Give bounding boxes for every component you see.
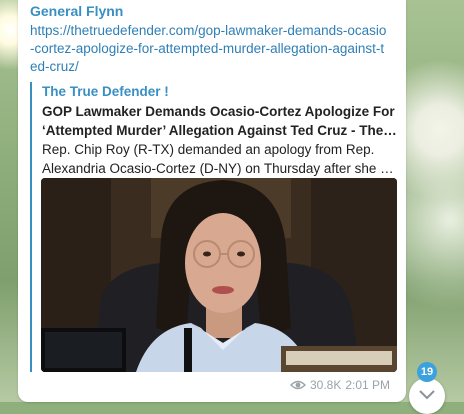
preview-description-line: Alexandria Ocasio-Cortez (D-NY) on Thurs…	[42, 161, 397, 176]
sender-name[interactable]: General Flynn	[30, 3, 123, 19]
preview-title-line: GOP Lawmaker Demands Ocasio-Cortez Apolo…	[42, 104, 395, 119]
message-time: 2:01 PM	[345, 378, 391, 392]
preview-description: Rep. Chip Roy (R-TX) demanded an apology…	[42, 140, 397, 178]
preview-description-line: Rep. Chip Roy (R-TX) demanded an apology…	[42, 142, 375, 157]
preview-photo[interactable]	[41, 178, 397, 372]
message-meta: 30.8K 2:01 PM	[290, 378, 390, 392]
unread-count-badge[interactable]: 19	[417, 362, 437, 382]
message-link[interactable]: https://thetruedefender.com/gop-lawmaker…	[30, 22, 390, 76]
chevron-down-icon	[419, 390, 435, 400]
eye-icon	[290, 380, 306, 390]
view-count: 30.8K	[310, 378, 342, 392]
link-preview[interactable]: The True Defender ! GOP Lawmaker Demands…	[30, 82, 398, 372]
preview-photo-illustration	[41, 178, 397, 372]
preview-title-line: ‘Attempted Murder’ Allegation Against Te…	[42, 123, 397, 138]
preview-site-name: The True Defender !	[42, 84, 169, 99]
preview-title: GOP Lawmaker Demands Ocasio-Cortez Apolo…	[42, 102, 397, 140]
scroll-down-button[interactable]	[409, 378, 445, 414]
